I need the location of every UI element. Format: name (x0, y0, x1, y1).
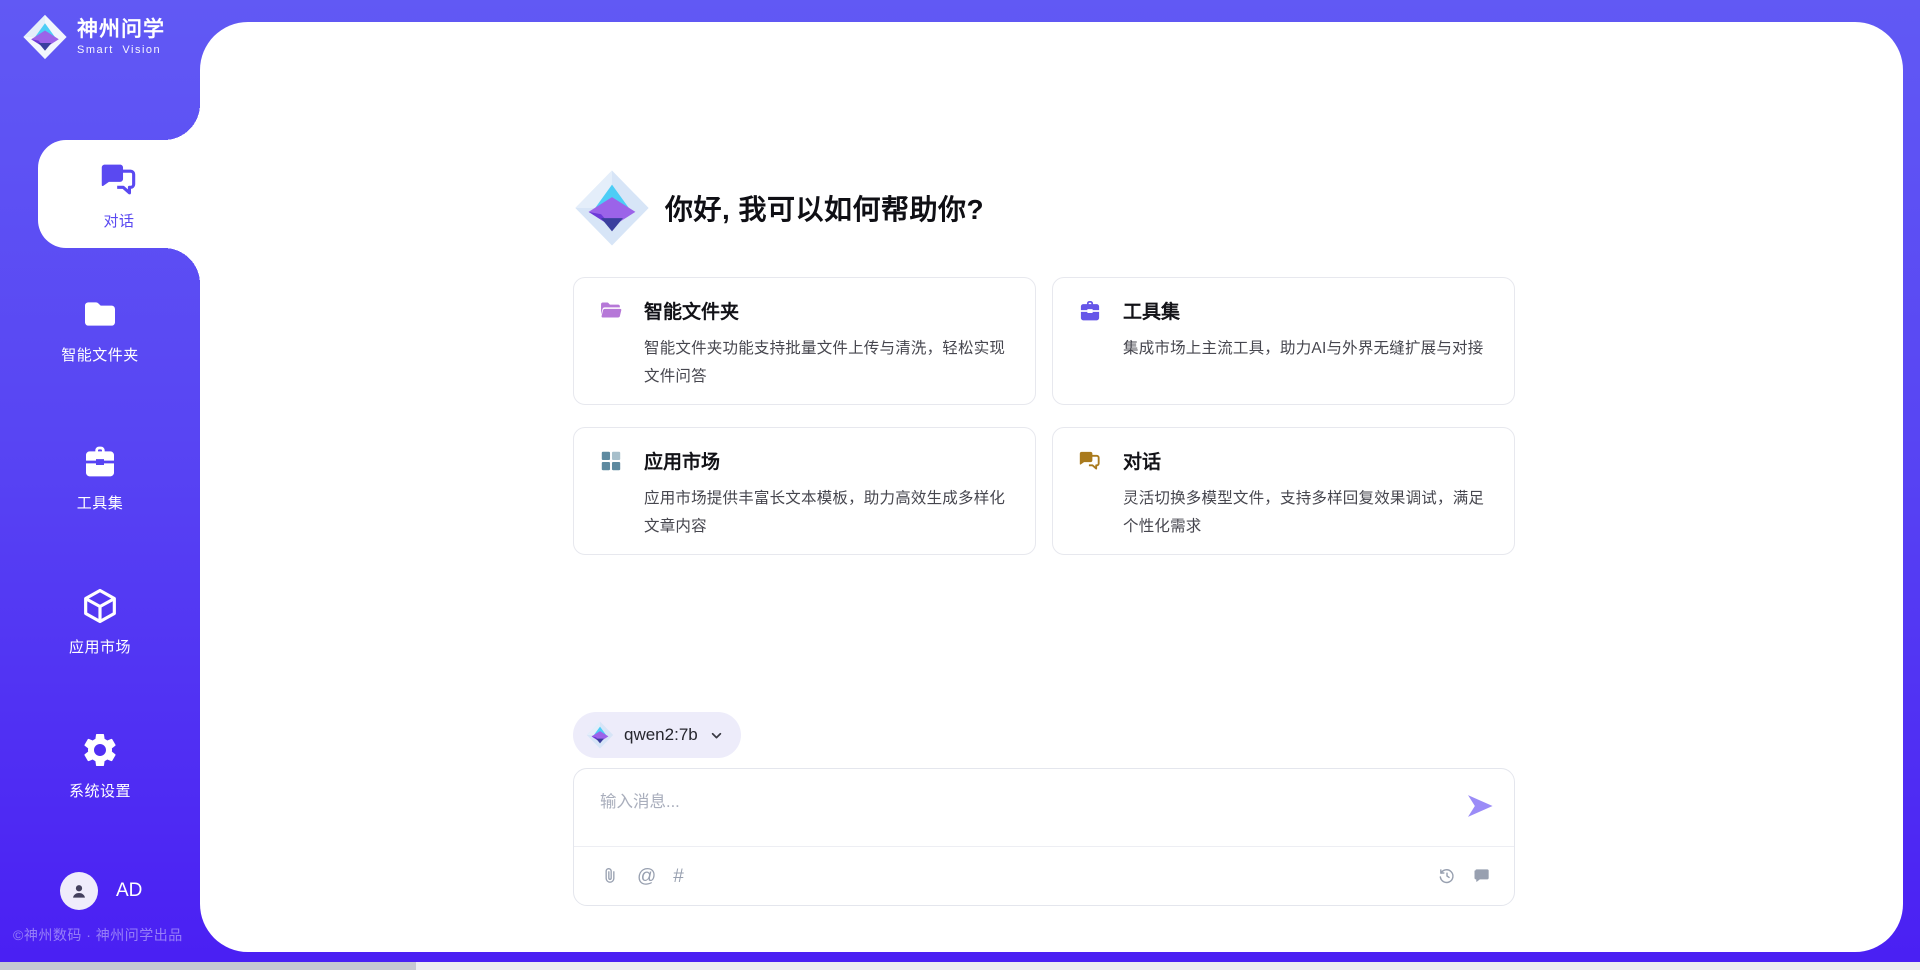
toolbox-icon (1077, 298, 1103, 324)
sidebar-item-label: 对话 (103, 210, 134, 231)
model-logo-icon (586, 720, 614, 750)
card-description: 智能文件夹功能支持批量文件上传与清洗，轻松实现文件问答 (644, 335, 1011, 391)
card-description: 应用市场提供丰富长文本模板，助力高效生成多样化文章内容 (644, 485, 1011, 541)
greeting: 你好, 我可以如何帮助你? (573, 163, 1515, 253)
message-input[interactable] (574, 769, 1514, 845)
main-content: 你好, 我可以如何帮助你? 智能文件夹 智能文件夹功能支持批量文件上传与清洗，轻… (573, 22, 1515, 906)
active-tab-notch-bottom (164, 248, 200, 284)
sidebar-item-app-market[interactable]: 应用市场 (0, 586, 200, 657)
brand-logo-icon (22, 12, 68, 62)
toolbox-icon (80, 442, 120, 482)
grid-icon (598, 448, 624, 474)
horizontal-scrollbar (0, 962, 1920, 970)
new-chat-button[interactable] (1472, 866, 1492, 886)
hash-icon: # (673, 867, 684, 886)
assistant-logo-icon (573, 163, 651, 253)
brand: 神州问学 Smart Vision (22, 12, 165, 62)
card-toolset[interactable]: 工具集 集成市场上主流工具，助力AI与外界无缝扩展与对接 (1052, 277, 1515, 405)
sidebar-item-label: 工具集 (77, 492, 124, 513)
card-title: 对话 (1123, 447, 1161, 474)
history-button[interactable] (1437, 866, 1457, 886)
send-icon[interactable] (1464, 790, 1496, 822)
sidebar-item-label: 应用市场 (69, 636, 131, 657)
sidebar: 神州问学 Smart Vision 对话 智能文件夹 工具集 应用市 (0, 0, 200, 970)
chat-icon (1077, 448, 1103, 474)
folder-icon (80, 294, 120, 334)
user-name: AD (116, 880, 142, 902)
sidebar-item-label: 智能文件夹 (61, 344, 139, 365)
at-icon: @ (637, 867, 656, 886)
paperclip-icon (600, 866, 620, 886)
folder-open-icon (598, 298, 624, 324)
chat-bubble-icon (1472, 866, 1492, 886)
attach-file-button[interactable] (600, 866, 620, 886)
greeting-text: 你好, 我可以如何帮助你? (665, 188, 984, 228)
card-smart-folder[interactable]: 智能文件夹 智能文件夹功能支持批量文件上传与清洗，轻松实现文件问答 (573, 277, 1036, 405)
brand-name: 神州问学 (77, 18, 165, 41)
message-composer: @ # (573, 768, 1515, 906)
card-description: 灵活切换多模型文件，支持多样回复效果调试，满足个性化需求 (1123, 485, 1490, 541)
scrollbar-thumb[interactable] (0, 962, 416, 970)
chat-icon (97, 158, 141, 202)
gear-icon (80, 730, 120, 770)
sidebar-item-smart-folder[interactable]: 智能文件夹 (0, 294, 200, 365)
feature-cards: 智能文件夹 智能文件夹功能支持批量文件上传与清洗，轻松实现文件问答 工具集 集成… (573, 277, 1515, 555)
sidebar-item-settings[interactable]: 系统设置 (0, 730, 200, 801)
avatar (60, 872, 98, 910)
composer-toolbar: @ # (574, 846, 1514, 905)
model-selector[interactable]: qwen2:7b (573, 712, 741, 758)
person-icon (68, 880, 90, 902)
sidebar-item-label: 系统设置 (69, 780, 131, 801)
model-name: qwen2:7b (624, 725, 698, 745)
sidebar-item-toolset[interactable]: 工具集 (0, 442, 200, 513)
topic-button[interactable]: # (673, 867, 684, 886)
chevron-down-icon (708, 727, 725, 744)
history-icon (1437, 866, 1457, 886)
sidebar-item-chat[interactable]: 对话 (38, 140, 200, 248)
copyright: ©神州数码 · 神州问学出品 (13, 925, 183, 945)
cube-icon (80, 586, 120, 626)
card-title: 应用市场 (644, 447, 720, 474)
user-profile[interactable]: AD (60, 872, 142, 910)
mention-button[interactable]: @ (637, 867, 656, 886)
active-tab-notch-top (164, 104, 200, 140)
card-title: 工具集 (1123, 297, 1180, 324)
card-chat[interactable]: 对话 灵活切换多模型文件，支持多样回复效果调试，满足个性化需求 (1052, 427, 1515, 555)
card-app-market[interactable]: 应用市场 应用市场提供丰富长文本模板，助力高效生成多样化文章内容 (573, 427, 1036, 555)
card-title: 智能文件夹 (644, 297, 739, 324)
brand-subtitle: Smart Vision (77, 44, 165, 56)
card-description: 集成市场上主流工具，助力AI与外界无缝扩展与对接 (1123, 335, 1490, 363)
